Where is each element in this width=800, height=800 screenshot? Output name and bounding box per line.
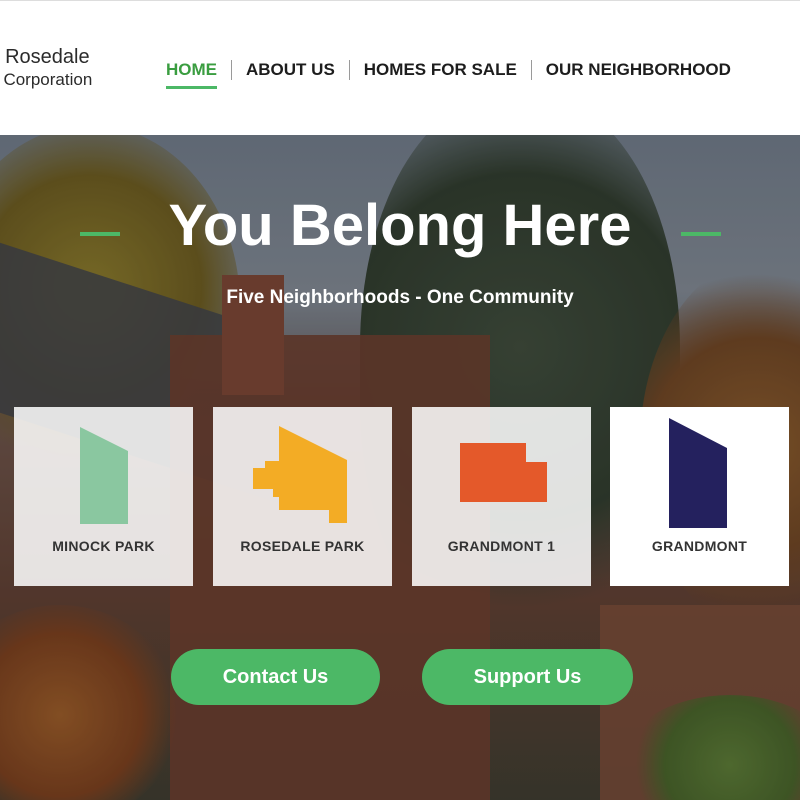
neighborhood-card-minock-park[interactable]: MINOCK PARK [14, 407, 193, 586]
nav-our-neighborhood[interactable]: OUR NEIGHBORHOOD [532, 59, 745, 81]
neighborhood-card-label: MINOCK PARK [52, 538, 155, 554]
grandmont-1-map-icon [460, 443, 547, 502]
logo-line-2: t Corporation [0, 70, 93, 89]
neighborhood-card-label: GRANDMONT 1 [447, 538, 556, 554]
nav-about-us[interactable]: ABOUT US [232, 59, 349, 81]
site-logo[interactable]: t Rosedale t Corporation [0, 45, 92, 91]
site-header: t Rosedale t Corporation HOME ABOUT US H… [0, 0, 800, 135]
contact-us-button[interactable]: Contact Us [171, 649, 380, 705]
hero-section: You Belong Here Five Neighborhoods - One… [0, 135, 800, 800]
title-accent-line [681, 232, 721, 236]
neighborhood-card-rosedale-park[interactable]: ROSEDALE PARK [213, 407, 392, 586]
hero-title: You Belong Here [168, 193, 632, 258]
nav-homes-for-sale[interactable]: HOMES FOR SALE [350, 59, 531, 81]
minock-park-map-icon [80, 427, 128, 524]
main-nav: HOME ABOUT US HOMES FOR SALE OUR NEIGHBO… [152, 59, 745, 89]
logo-line-1: t Rosedale [0, 46, 90, 68]
neighborhood-card-label: ROSEDALE PARK [240, 538, 365, 554]
neighborhood-card-label: GRANDMONT [651, 538, 748, 554]
rosedale-park-map-icon [253, 426, 347, 523]
grandmont-map-icon [669, 418, 727, 528]
nav-home[interactable]: HOME [152, 59, 231, 89]
neighborhood-card-grandmont-1[interactable]: GRANDMONT 1 [412, 407, 591, 586]
support-us-button[interactable]: Support Us [422, 649, 633, 705]
neighborhood-card-grandmont[interactable]: GRANDMONT [610, 407, 789, 586]
hero-subtitle: Five Neighborhoods - One Community [226, 287, 574, 308]
